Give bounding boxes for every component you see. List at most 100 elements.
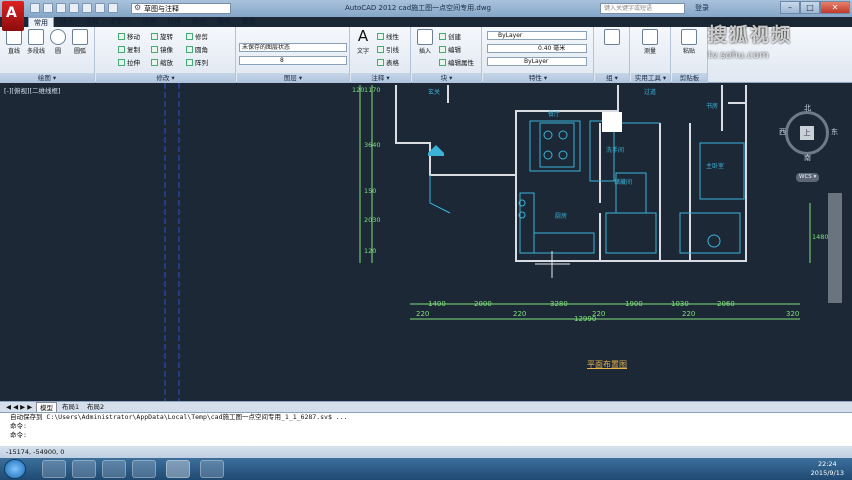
taskbar-autocad-icon[interactable] bbox=[166, 460, 190, 478]
linetype-dropdown[interactable]: ByLayer bbox=[487, 57, 587, 66]
copy-label: 复制 bbox=[127, 46, 140, 54]
mirror-button[interactable]: 镜像 bbox=[151, 44, 173, 54]
command-input[interactable]: 命令: bbox=[0, 431, 852, 440]
tab-online[interactable]: 联机 bbox=[237, 17, 261, 27]
trim-icon bbox=[186, 33, 193, 40]
undo-icon[interactable] bbox=[95, 3, 105, 13]
layer-state-dropdown[interactable]: 未保存的图层状态 bbox=[239, 43, 347, 52]
command-window[interactable]: 自动保存到 C:\Users\Administrator\AppData\Loc… bbox=[0, 412, 852, 446]
group-button[interactable] bbox=[602, 29, 622, 46]
arc-button[interactable]: 圆弧 bbox=[70, 29, 90, 55]
print-icon[interactable] bbox=[82, 3, 92, 13]
tab-output[interactable]: 输出 bbox=[187, 17, 211, 27]
paste-button[interactable]: 粘贴 bbox=[679, 29, 699, 55]
circle-button[interactable]: 圆 bbox=[48, 29, 68, 55]
create-block-button[interactable]: 创建 bbox=[439, 31, 461, 41]
block-panel-label[interactable]: 块 ▾ bbox=[412, 73, 481, 83]
table-button[interactable]: 表格 bbox=[377, 57, 399, 67]
minimize-button[interactable]: – bbox=[780, 1, 800, 14]
start-button[interactable] bbox=[4, 459, 26, 479]
tab-annotate[interactable]: 注释 bbox=[80, 17, 104, 27]
tab-manage[interactable]: 管理 bbox=[162, 17, 186, 27]
dim-left-4: 2030 bbox=[364, 216, 381, 224]
drawing-viewport[interactable]: [-][俯视][二维线框] 1400 2000 3280 1900 1030 2… bbox=[0, 83, 852, 401]
viewcube-south[interactable]: 南 bbox=[804, 153, 811, 163]
tab-insert[interactable]: 插入 bbox=[55, 17, 79, 27]
trim-button[interactable]: 修剪 bbox=[186, 31, 208, 41]
insert-button[interactable]: 插入 bbox=[415, 29, 435, 55]
saveas-icon[interactable] bbox=[69, 3, 79, 13]
polyline-button[interactable]: 多段线 bbox=[26, 29, 46, 55]
tab-layout1[interactable]: 布局1 bbox=[62, 402, 79, 412]
dim-bottom-5: 1030 bbox=[671, 300, 689, 308]
workspace-dropdown[interactable]: 草图与注释 bbox=[131, 3, 231, 14]
save-icon[interactable] bbox=[56, 3, 66, 13]
fillet-button[interactable]: 圆角 bbox=[186, 44, 208, 54]
insert-label: 插入 bbox=[418, 48, 431, 55]
wcs-menu[interactable]: WCS ▾ bbox=[796, 173, 820, 182]
measure-button[interactable]: 测量 bbox=[640, 29, 660, 55]
dim-bottom-4: 1900 bbox=[625, 300, 643, 308]
circle-label: 圆 bbox=[54, 48, 61, 55]
viewcube-north[interactable]: 北 bbox=[804, 103, 811, 113]
open-icon[interactable] bbox=[43, 3, 53, 13]
measure-icon bbox=[642, 29, 658, 45]
copy-button[interactable]: 复制 bbox=[118, 44, 140, 54]
properties-panel-label[interactable]: 特性 ▾ bbox=[483, 73, 593, 83]
taskbar-explorer-icon[interactable] bbox=[102, 460, 126, 478]
tab-layout2[interactable]: 布局2 bbox=[87, 402, 104, 412]
viewcube[interactable]: 上 bbox=[785, 111, 829, 155]
stretch-label: 拉伸 bbox=[127, 59, 140, 67]
scale-button[interactable]: 缩放 bbox=[151, 57, 173, 67]
edit-attributes-button[interactable]: 编辑属性 bbox=[439, 57, 474, 67]
search-input[interactable]: 键入关键字或短语 bbox=[600, 3, 685, 14]
utilities-panel-label[interactable]: 实用工具 ▾ bbox=[631, 73, 670, 83]
login-link[interactable]: 登录 bbox=[695, 3, 709, 13]
system-clock[interactable]: 22:24 2015/9/13 bbox=[811, 460, 844, 478]
taskbar-app-icon[interactable] bbox=[42, 460, 66, 478]
scale-icon bbox=[151, 59, 158, 66]
clipboard-panel-label[interactable]: 剪贴板 bbox=[672, 73, 707, 83]
viewcube-top-face[interactable]: 上 bbox=[800, 126, 814, 140]
dim-left-2: 3640 bbox=[364, 141, 381, 149]
edit-block-button[interactable]: 编辑 bbox=[439, 44, 461, 54]
modify-panel-label[interactable]: 修改 ▾ bbox=[96, 73, 235, 83]
lineweight-dropdown[interactable]: 0.40 毫米 bbox=[487, 44, 587, 53]
application-menu-button[interactable]: A bbox=[2, 1, 24, 31]
coordinates-readout[interactable]: -15174, -54900, 0 bbox=[6, 448, 64, 456]
layers-panel: 未保存的图层状态 8 图层 ▾ bbox=[237, 27, 350, 83]
redo-icon[interactable] bbox=[108, 3, 118, 13]
new-icon[interactable] bbox=[30, 3, 40, 13]
clock-date: 2015/9/13 bbox=[810, 469, 844, 477]
groups-panel-label[interactable]: 组 ▾ bbox=[595, 73, 629, 83]
viewcube-west[interactable]: 西 bbox=[779, 127, 786, 137]
current-layer-dropdown[interactable]: 8 bbox=[239, 56, 347, 65]
rotate-button[interactable]: 旋转 bbox=[151, 31, 173, 41]
viewcube-east[interactable]: 东 bbox=[831, 127, 838, 137]
text-button[interactable]: A 文字 bbox=[353, 29, 373, 56]
taskbar-app-icon[interactable] bbox=[200, 460, 224, 478]
tab-parametric[interactable]: 参数化 bbox=[105, 17, 136, 27]
room-label-kitchen: 厨房 bbox=[555, 213, 568, 220]
color-dropdown[interactable]: ByLayer bbox=[487, 31, 587, 40]
leader-button[interactable]: 引线 bbox=[377, 44, 399, 54]
linear-label: 线性 bbox=[386, 33, 399, 41]
line-button[interactable]: 直线 bbox=[4, 29, 24, 55]
navigation-bar[interactable] bbox=[828, 193, 842, 303]
tab-home[interactable]: 常用 bbox=[28, 17, 54, 27]
draw-panel-label[interactable]: 绘图 ▾ bbox=[0, 73, 94, 83]
layers-panel-label[interactable]: 图层 ▾ bbox=[237, 73, 349, 83]
stretch-button[interactable]: 拉伸 bbox=[118, 57, 140, 67]
linear-button[interactable]: 线性 bbox=[377, 31, 399, 41]
taskbar-app-icon[interactable] bbox=[132, 460, 156, 478]
viewport-label[interactable]: [-][俯视][二维线框] bbox=[4, 85, 61, 95]
array-button[interactable]: 阵列 bbox=[186, 57, 208, 67]
taskbar-ie-icon[interactable] bbox=[72, 460, 96, 478]
tab-plugins[interactable]: 插件 bbox=[212, 17, 236, 27]
close-button[interactable]: ✕ bbox=[820, 1, 850, 14]
layout-nav-arrows[interactable]: ◀ ◀ ▶ ▶ bbox=[6, 402, 32, 412]
move-button[interactable]: 移动 bbox=[118, 31, 140, 41]
maximize-button[interactable]: □ bbox=[800, 1, 820, 14]
annotation-panel-label[interactable]: 注释 ▾ bbox=[351, 73, 410, 83]
tab-view[interactable]: 视图 bbox=[137, 17, 161, 27]
